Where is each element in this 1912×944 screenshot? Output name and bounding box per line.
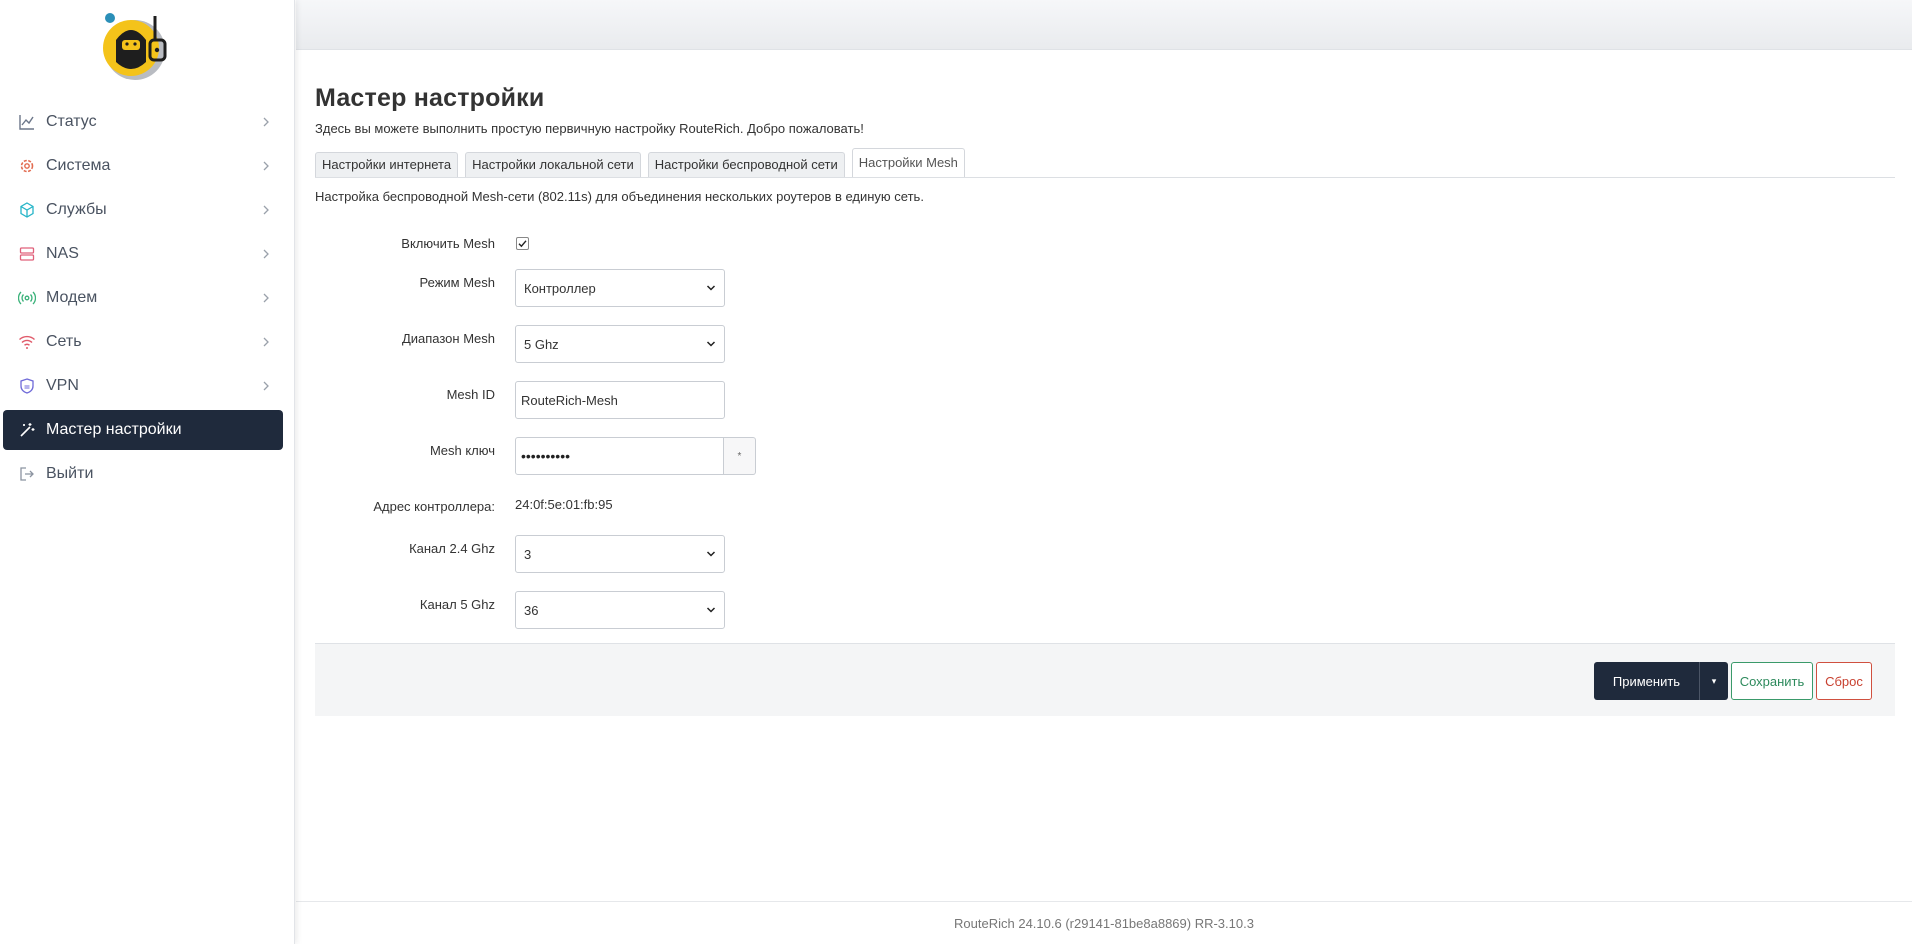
chevron-right-icon: [261, 158, 271, 174]
channel-5-value: 36: [524, 602, 539, 618]
form-actions: Применить ▾ Сохранить Сброс: [315, 643, 1895, 716]
sidebar-item-vpn[interactable]: VPN: [3, 366, 283, 406]
sidebar-item-status[interactable]: Статус: [3, 102, 283, 142]
chevron-right-icon: [261, 290, 271, 306]
sidebar-item-services[interactable]: Службы: [3, 190, 283, 230]
chevron-right-icon: [261, 334, 271, 350]
sidebar-item-label: Сеть: [46, 333, 82, 350]
section-description: Настройка беспроводной Mesh-сети (802.11…: [315, 189, 924, 204]
chevron-down-icon: [706, 607, 716, 613]
mesh-band-label: Диапазон Mesh: [401, 331, 495, 346]
chevron-right-icon: [261, 114, 271, 130]
chevron-right-icon: [261, 202, 271, 218]
chevron-right-icon: [261, 246, 271, 262]
mesh-id-label: Mesh ID: [446, 387, 495, 402]
mesh-band-value: 5 Ghz: [524, 336, 559, 352]
sidebar-item-label: Статус: [46, 113, 97, 130]
tab-wireless-settings[interactable]: Настройки беспроводной сети: [647, 152, 845, 177]
sidebar-item-label: VPN: [46, 377, 79, 394]
chart-line-icon: [18, 113, 36, 131]
enable-mesh-checkbox[interactable]: [516, 237, 529, 250]
sidebar-item-network[interactable]: Сеть: [3, 322, 283, 362]
page-title: Мастер настройки: [315, 84, 545, 112]
channel-24-label: Канал 2.4 Ghz: [409, 541, 495, 556]
chevron-down-icon: [706, 285, 716, 291]
enable-mesh-label: Включить Mesh: [401, 236, 495, 251]
top-bar: [296, 0, 1912, 50]
sidebar-nav: Статус Система Службы NAS Модем Сеть VPN…: [0, 102, 295, 498]
footer-version: RouteRich 24.10.6 (r29141-81be8a8869) RR…: [954, 915, 1254, 931]
gear-icon: [18, 157, 36, 175]
controller-address-value: 24:0f:5e:01:fb:95: [515, 497, 613, 512]
tab-internet-settings[interactable]: Настройки интернета: [315, 152, 459, 177]
mesh-key-label: Mesh ключ: [429, 443, 495, 458]
sidebar-item-label: NAS: [46, 245, 79, 262]
routerich-logo[interactable]: [100, 10, 190, 82]
mesh-mode-label: Режим Mesh: [419, 275, 495, 290]
mesh-mode-select[interactable]: Контроллер: [515, 269, 725, 307]
controller-address-label: Адрес контроллера:: [373, 499, 495, 514]
sidebar-item-system[interactable]: Система: [3, 146, 283, 186]
wand-icon: [18, 421, 36, 439]
mesh-settings-form: Включить Mesh Режим Mesh Контроллер Диап…: [315, 212, 1895, 632]
sidebar-item-nas[interactable]: NAS: [3, 234, 283, 274]
reveal-password-button[interactable]: *: [724, 437, 756, 475]
main-content: Мастер настройки Здесь вы можете выполни…: [315, 84, 1895, 632]
checkmark-icon: [518, 240, 527, 248]
tab-mesh-settings[interactable]: Настройки Mesh: [851, 148, 965, 177]
channel-5-select[interactable]: 36: [515, 591, 725, 629]
apply-dropdown-button[interactable]: ▾: [1699, 662, 1728, 700]
mesh-key-value: ••••••••••: [521, 448, 571, 464]
apply-button[interactable]: Применить: [1594, 662, 1699, 700]
mesh-id-input[interactable]: RouteRich-Mesh: [515, 381, 725, 419]
wifi-icon: [18, 333, 36, 351]
mesh-key-group: •••••••••• *: [515, 437, 756, 475]
sidebar-item-label: Службы: [46, 201, 107, 218]
sidebar: Статус Система Службы NAS Модем Сеть VPN…: [0, 0, 295, 944]
footer: RouteRich 24.10.6 (r29141-81be8a8869) RR…: [296, 901, 1912, 944]
sidebar-item-label: Выйти: [46, 465, 94, 482]
logout-icon: [18, 465, 36, 483]
channel-24-select[interactable]: 3: [515, 535, 725, 573]
reset-button[interactable]: Сброс: [1816, 662, 1872, 700]
channel-5-label: Канал 5 Ghz: [419, 597, 495, 612]
sidebar-item-setup-wizard[interactable]: Мастер настройки: [3, 410, 283, 450]
page-description: Здесь вы можете выполнить простую первич…: [315, 121, 864, 136]
tab-lan-settings[interactable]: Настройки локальной сети: [465, 152, 641, 177]
mesh-id-value: RouteRich-Mesh: [521, 392, 618, 408]
chevron-right-icon: [261, 378, 271, 394]
chevron-down-icon: [706, 341, 716, 347]
channel-24-value: 3: [524, 546, 532, 562]
mesh-mode-value: Контроллер: [524, 280, 596, 296]
tab-bar: Настройки интернета Настройки локальной …: [315, 148, 1895, 178]
sidebar-item-modem[interactable]: Модем: [3, 278, 283, 318]
mesh-key-input[interactable]: ••••••••••: [515, 437, 724, 475]
sidebar-item-logout[interactable]: Выйти: [3, 454, 283, 494]
shield-icon: [18, 377, 36, 395]
mesh-band-select[interactable]: 5 Ghz: [515, 325, 725, 363]
cube-icon: [18, 201, 36, 219]
chevron-down-icon: [706, 551, 716, 557]
sidebar-item-label: Модем: [46, 289, 98, 306]
save-button[interactable]: Сохранить: [1731, 662, 1813, 700]
server-icon: [18, 245, 36, 263]
sidebar-item-label: Мастер настройки: [46, 421, 182, 438]
sidebar-item-label: Система: [46, 157, 111, 174]
broadcast-icon: [18, 289, 36, 307]
